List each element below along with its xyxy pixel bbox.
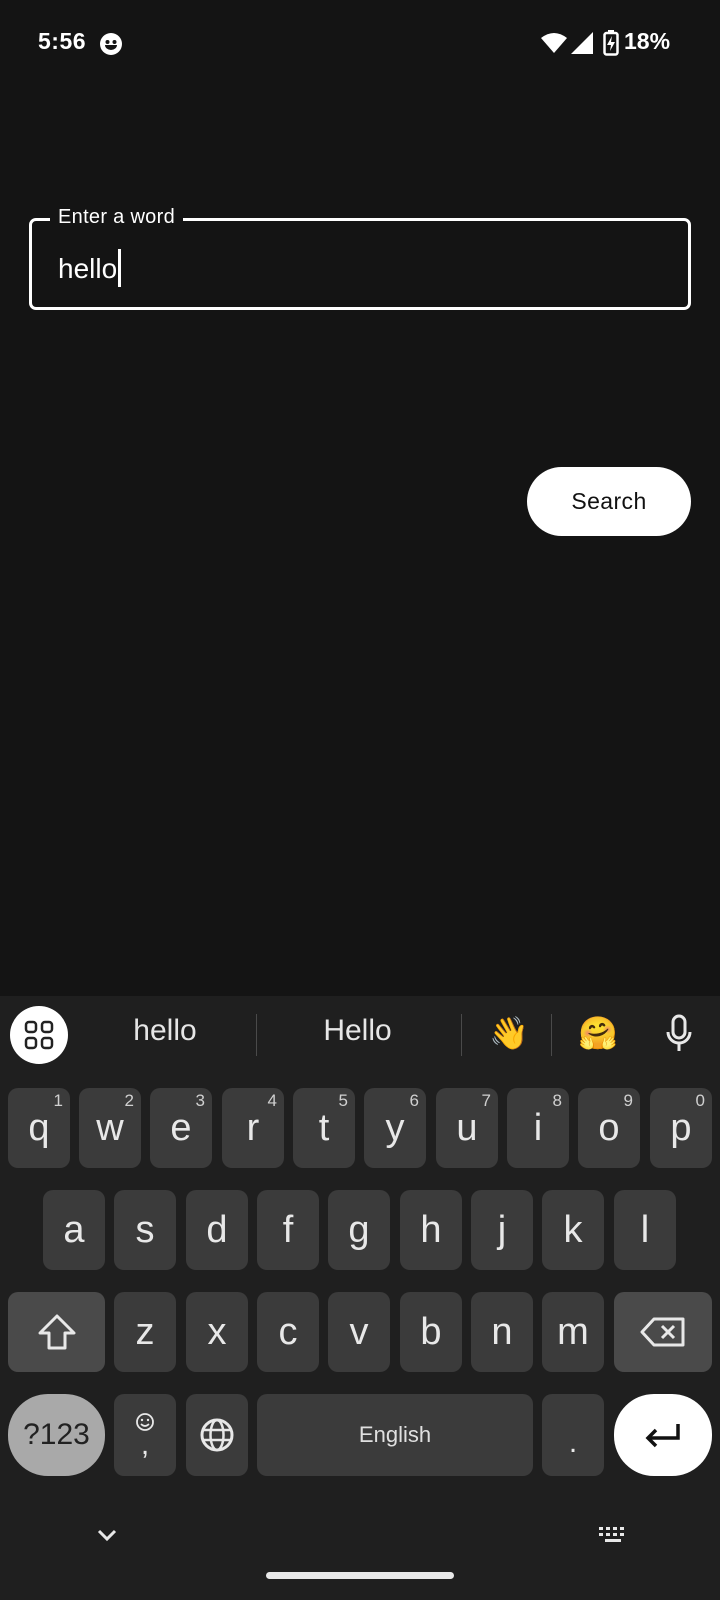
key-label: e [170,1106,192,1149]
suggestion-2[interactable]: Hello [290,1014,425,1048]
key-l[interactable]: l [614,1190,676,1270]
key-y[interactable]: y6 [364,1088,426,1168]
signal-icon [571,32,593,54]
key-i[interactable]: i8 [507,1088,569,1168]
home-gesture-pill[interactable] [266,1572,454,1579]
key-h[interactable]: h [400,1190,462,1270]
wifi-icon [541,33,567,53]
period-key[interactable]: . [542,1394,604,1476]
key-d[interactable]: d [186,1190,248,1270]
backspace-icon [640,1317,685,1347]
navigation-bar [0,1508,720,1600]
language-key[interactable] [186,1394,248,1476]
key-label: y [385,1106,405,1149]
enter-key[interactable] [614,1394,712,1476]
status-time: 5:56 [38,28,87,54]
key-label: u [456,1106,478,1149]
suggestion-1[interactable]: hello [100,1014,230,1048]
soft-keyboard: hello Hello 👋 🤗 q1 w2 e3 r4 t5 y6 u7 i8 … [0,996,720,1600]
shift-icon [38,1314,75,1350]
emoji-suggestion-2[interactable]: 🤗 [578,1014,618,1052]
key-q[interactable]: q1 [8,1088,70,1168]
key-o[interactable]: o9 [578,1088,640,1168]
grid-icon [24,1020,54,1050]
key-j[interactable]: j [471,1190,533,1270]
key-hint: 0 [695,1091,705,1110]
key-m[interactable]: m [542,1292,604,1372]
key-f[interactable]: f [257,1190,319,1270]
key-label: r [246,1106,260,1149]
key-s[interactable]: s [114,1190,176,1270]
divider [461,1014,462,1056]
key-hint: 9 [623,1091,633,1110]
key-hint: 3 [195,1091,205,1110]
search-button[interactable]: Search [527,467,691,536]
key-v[interactable]: v [328,1292,390,1372]
shift-key[interactable] [8,1292,105,1372]
key-hint: 7 [481,1091,491,1110]
app-notification-icon [100,33,122,55]
emoji-suggestion-1[interactable]: 👋 [489,1014,529,1052]
word-input[interactable]: hello [58,249,122,287]
key-g[interactable]: g [328,1190,390,1270]
key-z[interactable]: z [114,1292,176,1372]
keyboard-switch-icon[interactable] [598,1526,628,1544]
key-hint: 5 [338,1091,348,1110]
divider [256,1014,257,1056]
key-hint: 4 [267,1091,277,1110]
key-hint: 1 [53,1091,63,1110]
enter-icon [645,1424,680,1448]
key-label: o [598,1106,620,1149]
key-hint: 2 [124,1091,134,1110]
suggestion-bar: hello Hello 👋 🤗 [0,996,720,1074]
status-bar: 5:56 18% [0,0,720,88]
symbols-key[interactable]: ?123 [8,1394,105,1476]
key-label: q [28,1106,50,1149]
key-c[interactable]: c [257,1292,319,1372]
globe-icon [200,1418,234,1452]
key-label: t [318,1106,330,1149]
backspace-key[interactable] [614,1292,712,1372]
key-label: w [96,1106,124,1149]
comma-label: , [140,1428,150,1461]
keyboard-apps-button[interactable] [10,1006,68,1064]
key-label: i [533,1106,543,1149]
emoji-comma-key[interactable]: , [114,1394,176,1476]
key-hint: 8 [552,1091,562,1110]
key-label: p [670,1106,692,1149]
battery-percent: 18% [624,28,671,54]
key-e[interactable]: e3 [150,1088,212,1168]
divider [551,1014,552,1056]
key-r[interactable]: r4 [222,1088,284,1168]
key-u[interactable]: u7 [436,1088,498,1168]
field-label: Enter a word [50,206,183,229]
text-caret [118,249,122,287]
battery-charging-icon [603,30,619,56]
key-b[interactable]: b [400,1292,462,1372]
key-n[interactable]: n [471,1292,533,1372]
chevron-down-icon[interactable] [96,1528,118,1542]
key-p[interactable]: p0 [650,1088,712,1168]
key-w[interactable]: w2 [79,1088,141,1168]
key-a[interactable]: a [43,1190,105,1270]
key-x[interactable]: x [186,1292,248,1372]
key-k[interactable]: k [542,1190,604,1270]
microphone-icon[interactable] [664,1014,694,1054]
key-t[interactable]: t5 [293,1088,355,1168]
space-key[interactable]: English [257,1394,533,1476]
input-text: hello [58,253,118,284]
word-input-field[interactable]: Enter a word hello [29,206,691,310]
key-hint: 6 [409,1091,419,1110]
